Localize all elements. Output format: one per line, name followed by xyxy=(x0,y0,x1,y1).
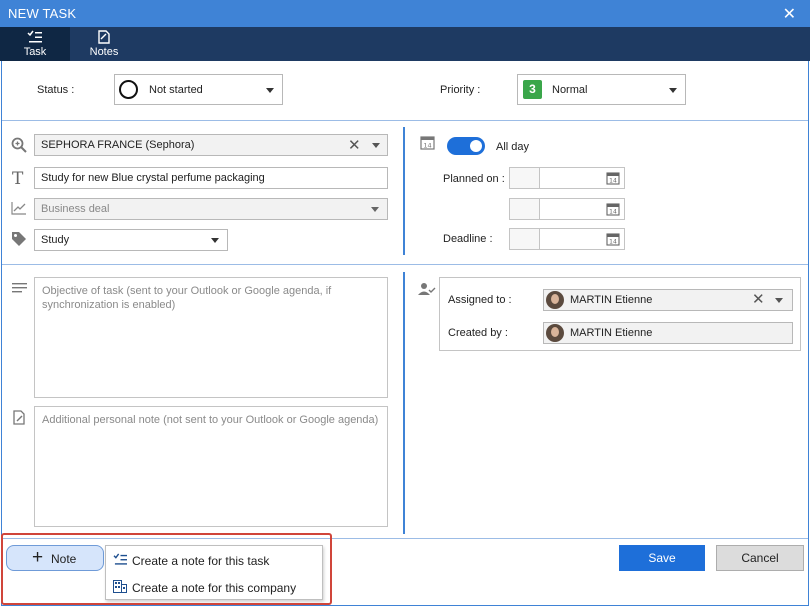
add-note-button[interactable]: + Note xyxy=(6,545,104,571)
date-segment xyxy=(510,229,540,249)
category-select[interactable]: Study xyxy=(34,229,228,251)
created-by-label: Created by : xyxy=(448,327,508,339)
checklist-icon xyxy=(0,30,70,46)
chevron-down-icon xyxy=(211,238,219,243)
svg-text:14: 14 xyxy=(423,142,431,150)
priority-value: Normal xyxy=(552,83,588,96)
priority-badge: 3 xyxy=(523,80,542,99)
created-by-field: MARTIN Etienne xyxy=(543,322,793,344)
personal-note-textarea[interactable]: Additional personal note (not sent to yo… xyxy=(34,406,388,527)
column-divider xyxy=(403,127,405,255)
not-started-icon xyxy=(119,80,138,99)
date-segment xyxy=(510,199,540,219)
divider xyxy=(2,538,808,539)
divider xyxy=(2,120,808,121)
notes-icon xyxy=(70,30,138,46)
all-day-label: All day xyxy=(496,141,530,153)
calendar-picker-icon[interactable]: 14 xyxy=(606,202,620,219)
column-divider xyxy=(403,272,405,534)
menu-item-note-for-company[interactable]: Create a note for this company xyxy=(106,574,322,600)
category-value: Study xyxy=(41,234,70,246)
note-dropdown-menu: Create a note for this task Create a not… xyxy=(105,545,323,600)
status-value: Not started xyxy=(149,83,203,96)
assignment-panel: Assigned to : MARTIN Etienne ✕ Created b… xyxy=(439,277,801,351)
building-icon xyxy=(113,580,127,596)
tab-bar: Task Notes xyxy=(0,27,810,61)
date-segment xyxy=(510,168,540,188)
svg-text:14: 14 xyxy=(609,239,617,246)
status-label: Status : xyxy=(37,84,75,96)
calendar-icon: 14 xyxy=(420,135,435,153)
assigned-to-label: Assigned to : xyxy=(448,294,512,306)
cancel-button[interactable]: Cancel xyxy=(716,545,804,571)
tab-notes-label: Notes xyxy=(89,46,119,58)
task-title-input[interactable]: Study for new Blue crystal perfume packa… xyxy=(34,167,388,189)
deadline-label: Deadline : xyxy=(443,233,493,245)
save-button[interactable]: Save xyxy=(619,545,705,571)
description-icon xyxy=(12,282,27,297)
checklist-icon xyxy=(113,553,128,569)
task-title-value: Study for new Blue crystal perfume packa… xyxy=(41,172,265,184)
tab-task-label: Task xyxy=(23,46,47,58)
chevron-down-icon xyxy=(669,87,677,93)
planned-on-start-date[interactable]: 14 xyxy=(509,167,625,189)
svg-text:14: 14 xyxy=(609,209,617,216)
chevron-down-icon xyxy=(266,87,274,93)
chevron-down-icon[interactable] xyxy=(372,143,380,148)
all-day-toggle[interactable] xyxy=(447,137,485,155)
toggle-knob xyxy=(470,140,482,152)
company-field[interactable]: SEPHORA FRANCE (Sephora) xyxy=(34,134,388,156)
window-title: NEW TASK xyxy=(8,6,77,21)
objective-textarea[interactable]: Objective of task (sent to your Outlook … xyxy=(34,277,388,398)
personal-note-placeholder: Additional personal note (not sent to yo… xyxy=(42,414,379,426)
assigned-to-name: MARTIN Etienne xyxy=(570,294,653,306)
company-value: SEPHORA FRANCE (Sephora) xyxy=(41,139,195,151)
chevron-down-icon xyxy=(371,207,379,212)
tab-task[interactable]: Task xyxy=(0,27,70,61)
tab-notes[interactable]: Notes xyxy=(70,27,138,61)
clear-company-icon[interactable]: ✕ xyxy=(348,136,361,154)
svg-text:14: 14 xyxy=(609,178,617,185)
business-deal-placeholder: Business deal xyxy=(41,203,110,215)
avatar xyxy=(546,324,564,342)
menu-item-note-for-task[interactable]: Create a note for this task xyxy=(106,547,322,573)
priority-label: Priority : xyxy=(440,84,481,96)
add-note-label: Note xyxy=(51,552,77,566)
calendar-picker-icon[interactable]: 14 xyxy=(606,232,620,249)
personal-note-icon xyxy=(12,410,27,428)
chevron-down-icon[interactable] xyxy=(775,298,783,303)
close-icon[interactable]: ✕ xyxy=(783,4,796,24)
title-bar: NEW TASK ✕ xyxy=(0,0,810,27)
menu-item-label: Create a note for this company xyxy=(132,581,297,595)
avatar xyxy=(546,291,564,309)
menu-item-label: Create a note for this task xyxy=(132,554,270,568)
status-select[interactable]: Not started xyxy=(114,74,283,105)
plus-icon: + xyxy=(32,547,44,568)
priority-select[interactable]: 3 Normal xyxy=(517,74,686,105)
planned-on-label: Planned on : xyxy=(443,173,505,185)
search-company-icon xyxy=(11,137,27,156)
clear-assignee-icon[interactable]: ✕ xyxy=(752,290,765,308)
planned-on-end-date[interactable]: 14 xyxy=(509,198,625,220)
divider xyxy=(2,264,808,265)
created-by-name: MARTIN Etienne xyxy=(570,327,653,339)
user-check-icon xyxy=(418,282,436,299)
title-text-icon: T xyxy=(12,169,24,189)
chart-trend-icon xyxy=(11,201,27,218)
tag-icon xyxy=(11,231,27,250)
deadline-date[interactable]: 14 xyxy=(509,228,625,250)
objective-placeholder: Objective of task (sent to your Outlook … xyxy=(42,285,332,311)
business-deal-select[interactable]: Business deal xyxy=(34,198,388,220)
calendar-picker-icon[interactable]: 14 xyxy=(606,171,620,188)
